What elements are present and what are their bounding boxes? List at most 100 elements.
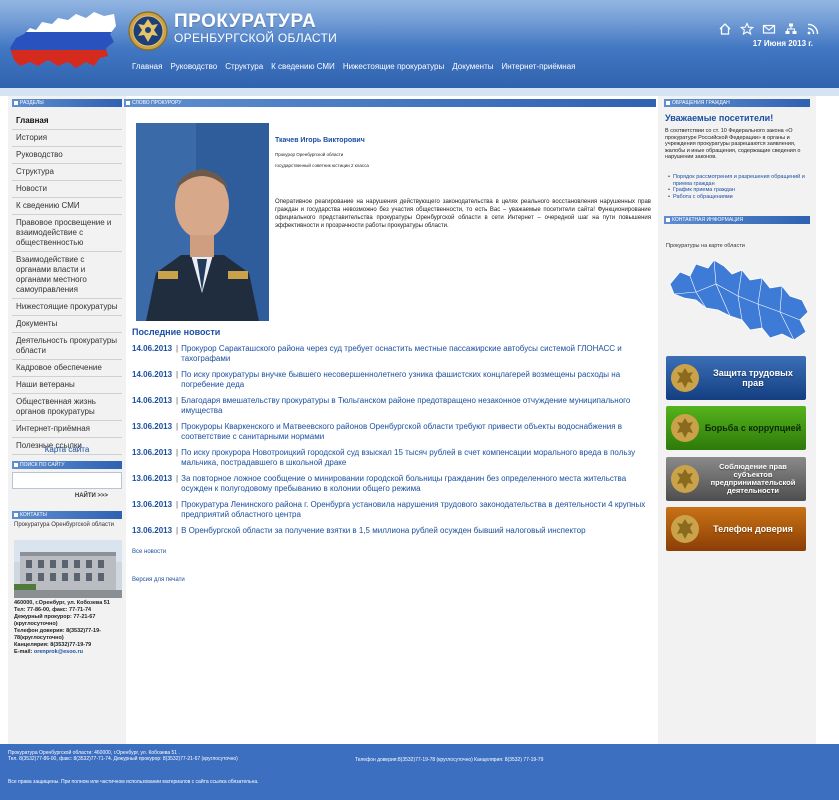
news-separator: | xyxy=(176,526,179,535)
section-header-contacts: КОНТАКТЫ xyxy=(12,511,122,519)
news-link[interactable]: Прокуратура Ленинского района г. Оренбур… xyxy=(181,500,656,520)
news-item: 14.06.2013 | По иску прокуратуры внучке … xyxy=(132,370,656,390)
contact-email-link[interactable]: orenprok@esoo.ru xyxy=(34,649,83,655)
section-header-sections: РАЗДЕЛЫ xyxy=(12,99,122,107)
sitemap-icon[interactable] xyxy=(784,22,798,36)
news-link[interactable]: Благодаря вмешательству прокуратуры в Тю… xyxy=(181,396,656,416)
news-link[interactable]: По иску прокуратуры внучке бывшего несов… xyxy=(181,370,656,390)
header-gloss xyxy=(0,0,839,48)
menu-item-history[interactable]: История xyxy=(12,130,122,147)
news-link[interactable]: Прокурор Саракташского района через суд … xyxy=(181,344,656,364)
banner-labor-rights[interactable]: Защита трудовых прав xyxy=(666,356,806,400)
news-date: 14.06.2013 xyxy=(132,396,173,405)
menu-item-media[interactable]: К сведению СМИ xyxy=(12,198,122,215)
menu-item-news[interactable]: Новости xyxy=(12,181,122,198)
menu-item-authorities[interactable]: Взаимодействие с органами власти и орган… xyxy=(12,252,122,299)
search-input[interactable] xyxy=(12,472,122,489)
news-link[interactable]: Прокуроры Кваркенского и Матвеевского ра… xyxy=(181,422,656,442)
menu-item-activity[interactable]: Деятельность прокуратуры области xyxy=(12,333,122,360)
header-date: 17 Июня 2013 г. xyxy=(752,39,813,48)
nav-documents[interactable]: Документы xyxy=(448,62,497,71)
header-icons xyxy=(718,22,820,36)
orenburg-region-map[interactable] xyxy=(666,254,812,344)
contacts-details: 460000, г.Оренбург, ул. Кобозева 51 Тел:… xyxy=(14,600,122,656)
menu-item-public-life[interactable]: Общественная жизнь органов прокуратуры xyxy=(12,394,122,421)
news-item: 14.06.2013 | Прокурор Саракташского райо… xyxy=(132,344,656,364)
star-icon[interactable] xyxy=(739,22,755,36)
appeals-link-work[interactable]: Работа с обращениями xyxy=(668,194,810,201)
nav-media[interactable]: К сведению СМИ xyxy=(267,62,339,71)
prosecutor-emblem-icon xyxy=(671,364,699,392)
site-subtitle: ОРЕНБУРГСКОЙ ОБЛАСТИ xyxy=(174,31,338,45)
rss-icon[interactable] xyxy=(806,22,820,36)
section-header-prosecutor-word: СЛОВО ПРОКУРОРУ xyxy=(124,99,656,107)
banner-label: Телефон доверия xyxy=(713,524,793,534)
footer-copyright: Все права защищены. При полном или части… xyxy=(8,779,259,785)
menu-item-legal-education[interactable]: Правовое просвещение и взаимодействие с … xyxy=(12,215,122,252)
sections-menu: Главная История Руководство Структура Но… xyxy=(12,113,122,455)
prosecutor-rank: государственный советник юстиции 2 класс… xyxy=(275,163,369,168)
contact-duty: Дежурный прокурор: 77-21-67 (круглосуточ… xyxy=(14,614,96,627)
banner-trust-phone[interactable]: Телефон доверия xyxy=(666,507,806,551)
menu-item-internet-reception[interactable]: Интернет-приёмная xyxy=(12,421,122,438)
menu-item-leadership[interactable]: Руководство xyxy=(12,147,122,164)
news-separator: | xyxy=(176,448,179,457)
prosecutor-emblem-icon[interactable] xyxy=(128,10,168,52)
menu-item-main[interactable]: Главная xyxy=(12,113,122,130)
appeals-links: Порядок рассмотрения и разрешения обраще… xyxy=(668,174,810,200)
appeals-link-procedure[interactable]: Порядок рассмотрения и разрешения обраще… xyxy=(668,174,810,187)
banner-business-rights[interactable]: Соблюдение прав субъектов предпринимател… xyxy=(666,457,806,501)
all-news-link[interactable]: Все новости xyxy=(132,549,166,555)
footer-contacts: Прокуратура Оренбургской области: 460000… xyxy=(8,750,348,762)
print-version-link[interactable]: Версия для печати xyxy=(132,577,185,583)
banner-label: Борьба с коррупцией xyxy=(704,423,802,433)
news-separator: | xyxy=(176,370,179,379)
banner-anti-corruption[interactable]: Борьба с коррупцией xyxy=(666,406,806,450)
footer-trust-phone: Телефон доверия:8(3532)77-19-78 (круглос… xyxy=(355,757,544,763)
nav-structure[interactable]: Структура xyxy=(221,62,267,71)
nav-leadership[interactable]: Руководство xyxy=(166,62,221,71)
menu-item-staffing[interactable]: Кадровое обеспечение xyxy=(12,360,122,377)
news-date: 13.06.2013 xyxy=(132,526,173,535)
news-link[interactable]: По иску прокурора Новотроицкий городской… xyxy=(181,448,656,468)
news-item: 13.06.2013 | За повторное ложное сообщен… xyxy=(132,474,656,494)
prosecutor-emblem-icon xyxy=(671,414,699,442)
mail-icon[interactable] xyxy=(762,22,776,36)
menu-item-subordinate[interactable]: Нижестоящие прокуратуры xyxy=(12,299,122,316)
home-icon[interactable] xyxy=(718,22,732,36)
news-separator: | xyxy=(176,422,179,431)
prosecutor-emblem-icon xyxy=(671,465,699,493)
welcome-heading: Уважаемые посетители! xyxy=(665,113,774,123)
news-separator: | xyxy=(176,474,179,483)
welcome-text: В соответствии со ст. 10 Федерального за… xyxy=(665,128,801,160)
prosecutor-post: Прокурор Оренбургской области xyxy=(275,152,344,157)
banner-label: Защита трудовых прав xyxy=(713,368,793,388)
contact-email-label: E-mail: xyxy=(14,649,33,655)
news-item: 13.06.2013 | Прокуроры Кваркенского и Ма… xyxy=(132,422,656,442)
news-date: 14.06.2013 xyxy=(132,370,173,379)
contact-office: Канцелярия: 8(3532)77-19-79 xyxy=(14,642,92,648)
nav-internet-reception[interactable]: Интернет-приёмная xyxy=(498,62,580,71)
menu-item-structure[interactable]: Структура xyxy=(12,164,122,181)
sitemap-link[interactable]: Карта сайта xyxy=(12,445,122,454)
news-link[interactable]: В Оренбургской области за получение взят… xyxy=(181,526,585,536)
contact-address: 460000, г.Оренбург, ул. Кобозева 51 xyxy=(14,600,110,606)
nav-main[interactable]: Главная xyxy=(128,62,166,71)
news-date: 13.06.2013 xyxy=(132,448,173,457)
section-header-appeals: ОБРАЩЕНИЯ ГРАЖДАН xyxy=(664,99,810,107)
news-date: 14.06.2013 xyxy=(132,344,173,353)
menu-item-veterans[interactable]: Наши ветераны xyxy=(12,377,122,394)
header-divider xyxy=(0,88,839,96)
news-separator: | xyxy=(176,500,179,509)
news-heading: Последние новости xyxy=(132,327,221,337)
map-caption: Прокуратуры на карте области xyxy=(666,243,745,249)
menu-item-documents[interactable]: Документы xyxy=(12,316,122,333)
nav-subordinate[interactable]: Нижестоящие прокуратуры xyxy=(339,62,448,71)
contact-phones: Тел: 77-86-00, факс: 77-71-74 xyxy=(14,607,92,613)
news-link[interactable]: За повторное ложное сообщение о минирова… xyxy=(181,474,656,494)
news-list: 14.06.2013 | Прокурор Саракташского райо… xyxy=(132,344,656,542)
search-button[interactable]: НАЙТИ >>> xyxy=(12,493,122,499)
russia-flag-map-logo[interactable] xyxy=(6,8,118,74)
news-date: 13.06.2013 xyxy=(132,422,173,431)
section-header-search: ПОИСК ПО САЙТУ xyxy=(12,461,122,469)
